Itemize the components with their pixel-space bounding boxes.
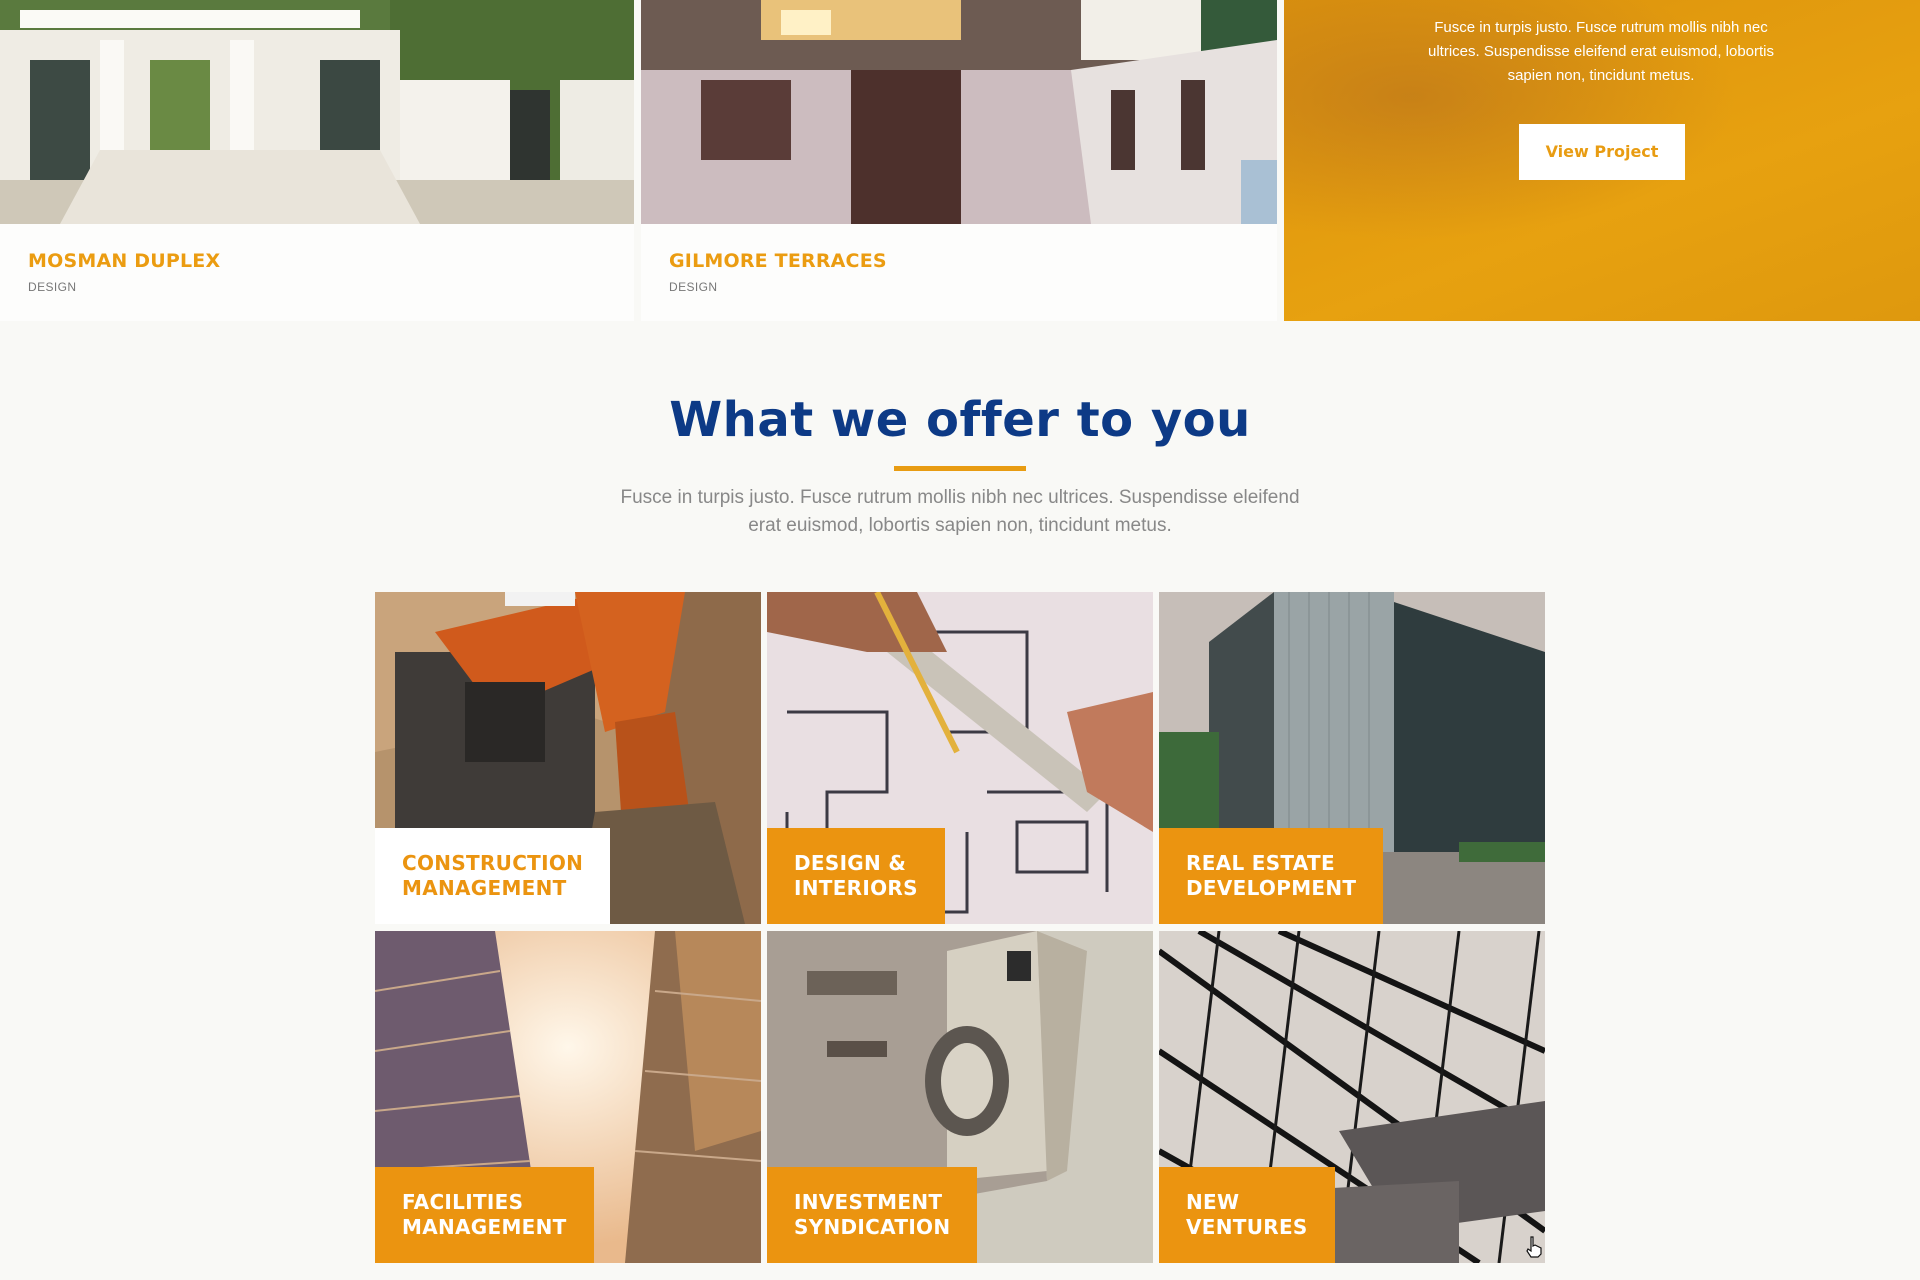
project-card-gilmore[interactable]: GILMORE TERRACES DESIGN: [641, 0, 1277, 321]
service-tile-construction[interactable]: CONSTRUCTION MANAGEMENT: [375, 592, 761, 924]
featured-project-card: Fusce in turpis justo. Fusce rutrum moll…: [1284, 0, 1920, 321]
project-category: DESIGN: [28, 280, 77, 294]
service-label-text: DESIGN & INTERIORS: [794, 851, 918, 900]
project-category: DESIGN: [669, 280, 718, 294]
project-caption: MOSMAN DUPLEX DESIGN: [0, 224, 634, 321]
service-label: REAL ESTATE DEVELOPMENT: [1159, 828, 1384, 924]
service-label-text: FACILITIES MANAGEMENT: [402, 1190, 567, 1239]
service-label: FACILITIES MANAGEMENT: [375, 1167, 594, 1263]
featured-description: Fusce in turpis justo. Fusce rutrum moll…: [1427, 19, 1775, 84]
project-title[interactable]: MOSMAN DUPLEX: [28, 250, 220, 272]
service-label: DESIGN & INTERIORS: [767, 828, 945, 924]
service-label: INVESTMENT SYNDICATION: [767, 1167, 978, 1263]
service-label-text: INVESTMENT SYNDICATION: [794, 1190, 951, 1239]
view-project-button[interactable]: View Project: [1519, 124, 1685, 180]
service-tile-facilities[interactable]: FACILITIES MANAGEMENT: [375, 931, 761, 1263]
hand-cursor-icon: [1526, 1236, 1542, 1258]
projects-strip: MOSMAN DUPLEX DESIGN GILMORE TERRACES DE…: [0, 0, 1920, 321]
project-image-house: [0, 0, 634, 224]
project-title[interactable]: GILMORE TERRACES: [669, 250, 887, 272]
service-label: CONSTRUCTION MANAGEMENT: [375, 828, 611, 924]
service-label-text: REAL ESTATE DEVELOPMENT: [1186, 851, 1357, 900]
service-tile-investment[interactable]: INVESTMENT SYNDICATION: [767, 931, 1153, 1263]
service-label-text: NEW VENTURES: [1186, 1190, 1308, 1239]
service-label: NEW VENTURES: [1159, 1167, 1335, 1263]
service-tile-design-interiors[interactable]: DESIGN & INTERIORS: [767, 592, 1153, 924]
section-title: What we offer to you: [669, 392, 1251, 448]
project-image-terraces: [641, 0, 1277, 224]
service-label-text: CONSTRUCTION MANAGEMENT: [402, 851, 584, 900]
service-tile-new-ventures[interactable]: NEW VENTURES: [1159, 931, 1545, 1263]
service-tile-real-estate[interactable]: REAL ESTATE DEVELOPMENT: [1159, 592, 1545, 924]
section-description: Fusce in turpis justo. Fusce rutrum moll…: [620, 487, 1300, 536]
title-underline: [894, 466, 1026, 471]
project-caption: GILMORE TERRACES DESIGN: [641, 224, 1277, 321]
project-card-mosman[interactable]: MOSMAN DUPLEX DESIGN: [0, 0, 634, 321]
